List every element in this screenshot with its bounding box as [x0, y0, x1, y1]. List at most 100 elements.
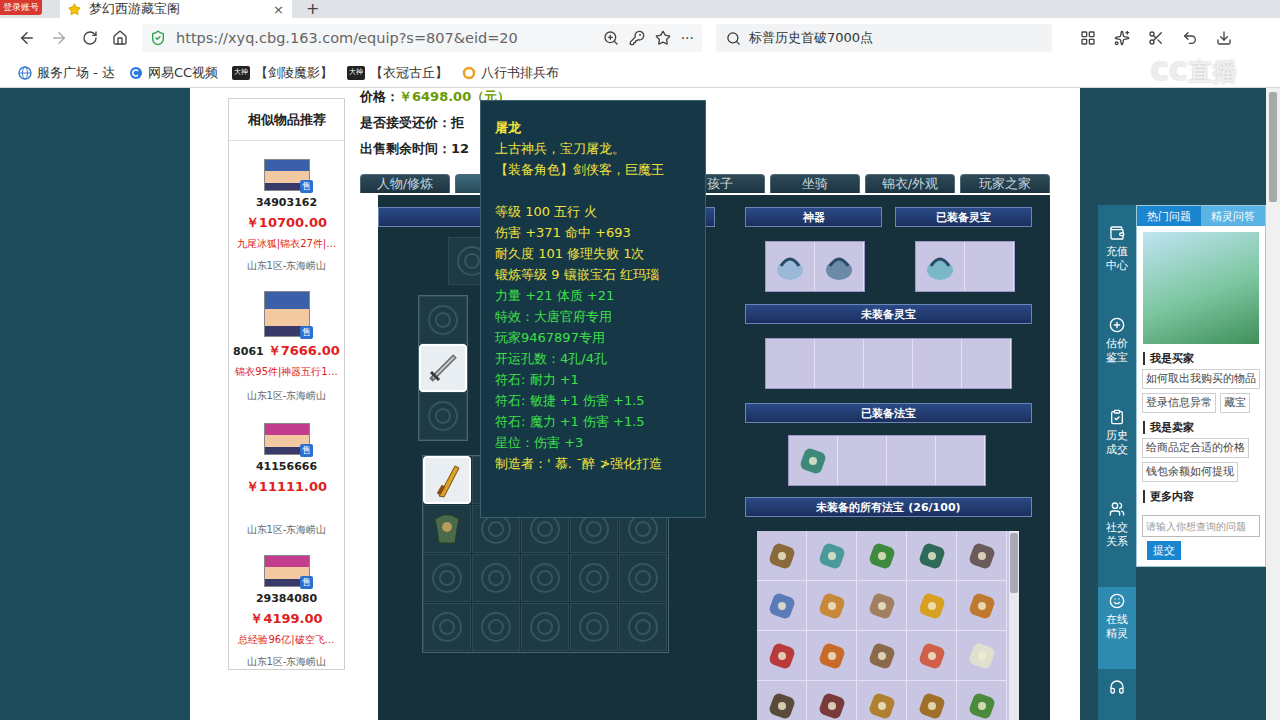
similar-item[interactable]: 售34903162￥10700.00九尾冰狐|锦衣27件|…山东1区-东海崂山	[229, 141, 344, 273]
page-scrollbar[interactable]	[1266, 88, 1280, 720]
fabao-cell[interactable]	[807, 531, 857, 581]
side-nav-item[interactable]: 估价鉴宝	[1098, 311, 1136, 393]
address-bar[interactable]: https://xyq.cbg.163.com/equip?s=807&eid=…	[142, 24, 702, 52]
back-icon[interactable]	[18, 29, 36, 47]
fabao-cell[interactable]	[807, 681, 857, 720]
help-link[interactable]: 如何取出我购买的物品	[1142, 369, 1260, 389]
fabao-scrollbar[interactable]	[1009, 531, 1019, 720]
zoom-icon[interactable]	[603, 30, 619, 46]
help-link[interactable]: 藏宝	[1220, 393, 1250, 413]
bag-cell[interactable]	[619, 603, 667, 651]
download-icon[interactable]	[1216, 30, 1232, 46]
similar-item[interactable]: 售41156666￥11111.00山东1区-东海崂山	[229, 405, 344, 537]
fabao-cell[interactable]	[757, 681, 807, 720]
question-input[interactable]	[1142, 515, 1260, 537]
login-badge[interactable]: 登录账号	[0, 0, 42, 15]
lingbao-cell[interactable]	[864, 339, 913, 388]
bag-cell[interactable]	[423, 554, 471, 602]
fabao-cell[interactable]	[957, 581, 1007, 631]
forward-icon[interactable]	[50, 29, 68, 47]
fabao-cell[interactable]	[957, 631, 1007, 681]
page-tab[interactable]: 人物/修炼	[360, 174, 450, 193]
side-nav-item[interactable]: 社交关系	[1098, 495, 1136, 577]
similar-item[interactable]: 售29384080￥4199.00总经验96亿|破空飞…山东1区-东海崂山	[229, 537, 344, 669]
lingbao-cell[interactable]	[913, 339, 962, 388]
lingbao-cell[interactable]	[962, 339, 1011, 388]
bag-cell[interactable]	[521, 554, 569, 602]
bag-cell[interactable]	[570, 603, 618, 651]
fabao-cell[interactable]	[757, 581, 807, 631]
browser-tab[interactable]: 梦幻西游藏宝阁×	[60, 0, 292, 18]
equip-slot[interactable]	[419, 344, 467, 392]
fabao-cell[interactable]	[857, 531, 907, 581]
fabao-cell[interactable]	[807, 631, 857, 681]
help-tab[interactable]: 热门问题	[1137, 206, 1201, 226]
help-link[interactable]: 钱包余额如何提现	[1142, 462, 1238, 482]
undo-icon[interactable]	[1182, 30, 1198, 46]
fabao-cell[interactable]	[957, 681, 1007, 720]
side-nav-item[interactable]: 充值中心	[1098, 219, 1136, 301]
lingbao-cell[interactable]	[766, 339, 815, 388]
help-link[interactable]: 登录信息异常	[1142, 393, 1216, 413]
fabao-cell[interactable]	[957, 531, 1007, 581]
fabao-cell[interactable]	[757, 531, 807, 581]
similar-item[interactable]: 售8061￥7666.00锦衣95件|神器五行1…山东1区-东海崂山	[229, 273, 344, 405]
bag-cell[interactable]	[570, 554, 618, 602]
bookmark[interactable]: 八行书排兵布	[462, 64, 559, 82]
scissors-icon[interactable]	[1148, 30, 1164, 46]
fabao-cell[interactable]	[936, 436, 985, 485]
fabao-scroll-thumb[interactable]	[1010, 533, 1018, 593]
bag-cell[interactable]	[423, 505, 471, 553]
promo-picture[interactable]	[1143, 232, 1259, 344]
side-nav-item[interactable]: 历史成交	[1098, 403, 1136, 485]
sparkles-icon[interactable]	[1114, 30, 1130, 46]
fabao-cell[interactable]	[907, 681, 957, 720]
fabao-cell[interactable]	[907, 581, 957, 631]
more-title[interactable]: 更多内容	[1143, 490, 1259, 503]
tab-close-button[interactable]: ×	[273, 2, 284, 17]
help-tab[interactable]: 精灵问答	[1201, 206, 1265, 226]
side-nav-item[interactable]: 在线精灵	[1098, 587, 1136, 669]
star-icon[interactable]	[655, 30, 671, 46]
key-icon[interactable]	[629, 30, 645, 46]
bag-cell[interactable]	[619, 554, 667, 602]
fabao-cell[interactable]	[887, 436, 936, 485]
reload-icon[interactable]	[82, 30, 98, 46]
lingbao-cell[interactable]	[815, 339, 864, 388]
apps-icon[interactable]	[1080, 30, 1096, 46]
home-icon[interactable]	[112, 30, 128, 46]
bag-cell[interactable]	[521, 603, 569, 651]
page-tab[interactable]: 坐骑	[770, 174, 860, 193]
fabao-cell[interactable]	[857, 681, 907, 720]
fabao-cell[interactable]	[807, 581, 857, 631]
bookmark[interactable]: 服务广场 - 达	[18, 64, 115, 82]
page-tab[interactable]: 锦衣/外观	[865, 174, 955, 193]
equip-slot[interactable]	[419, 296, 467, 344]
search-box[interactable]: 标普历史首破7000点	[716, 24, 1052, 52]
bookmark[interactable]: 大神【剑陵魔影】	[232, 64, 333, 82]
fabao-cell[interactable]	[789, 436, 838, 485]
equip-slot[interactable]	[419, 392, 467, 440]
submit-button[interactable]: 提交	[1147, 541, 1181, 560]
bookmark[interactable]: 网易CC视频	[129, 64, 218, 82]
bag-cell[interactable]	[423, 603, 471, 651]
fabao-cell[interactable]	[757, 631, 807, 681]
page-tab[interactable]: 玩家之家	[960, 174, 1050, 193]
lingbao-cell[interactable]	[965, 242, 1014, 291]
more-button[interactable]: ···	[681, 30, 694, 46]
fabao-cell[interactable]	[907, 531, 957, 581]
fabao-cell[interactable]	[857, 631, 907, 681]
bag-cell[interactable]	[472, 603, 520, 651]
new-tab-button[interactable]: +	[306, 0, 319, 18]
help-link[interactable]: 给商品定合适的价格	[1142, 438, 1249, 458]
page-scroll-thumb[interactable]	[1269, 92, 1277, 202]
artifact-cell[interactable]	[766, 242, 815, 291]
bag-cell[interactable]	[423, 456, 471, 504]
headphones-icon[interactable]	[1109, 679, 1125, 695]
fabao-cell[interactable]	[907, 631, 957, 681]
artifact-cell[interactable]	[815, 242, 864, 291]
fabao-cell[interactable]	[838, 436, 887, 485]
bag-cell[interactable]	[472, 554, 520, 602]
bookmark[interactable]: 大神【衣冠古丘】	[347, 64, 448, 82]
lingbao-cell[interactable]	[916, 242, 965, 291]
